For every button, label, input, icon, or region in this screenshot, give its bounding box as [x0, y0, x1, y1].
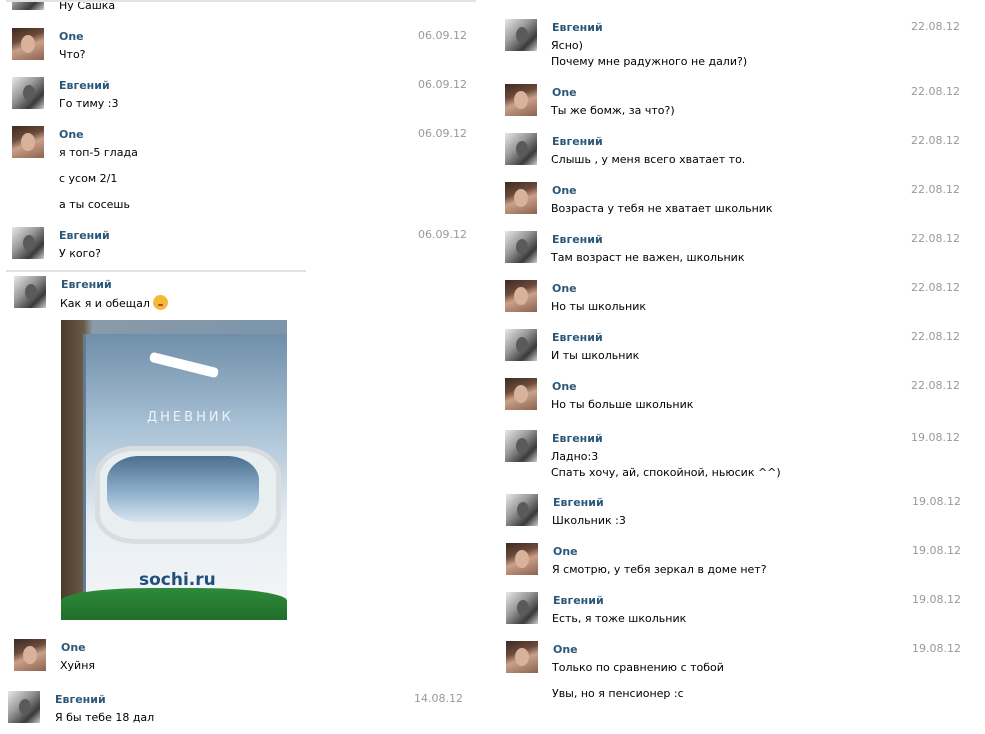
divider — [6, 0, 476, 2]
message-text: Как я и обещал — [60, 295, 168, 310]
message-date: 06.09.12 — [418, 78, 467, 91]
sender-name[interactable]: One — [59, 128, 84, 141]
avatar[interactable] — [12, 28, 44, 60]
green-fabric — [61, 588, 287, 620]
message-text: Го тиму :3 — [59, 97, 119, 110]
message-text: Но ты школьник — [551, 300, 647, 313]
sender-name[interactable]: One — [553, 545, 578, 558]
avatar[interactable] — [506, 641, 538, 673]
avatar[interactable] — [505, 84, 537, 116]
avatar[interactable] — [505, 280, 537, 312]
message-text: Увы, но я пенсионер :с — [552, 687, 684, 700]
sender-name[interactable]: Евгений — [552, 432, 603, 445]
avatar[interactable] — [506, 592, 538, 624]
avatar[interactable] — [14, 639, 46, 671]
message-text: И ты школьник — [551, 349, 640, 362]
avatar[interactable] — [505, 182, 537, 214]
message-text: с усом 2/1 — [59, 172, 118, 185]
sender-name[interactable]: One — [553, 643, 578, 656]
avatar[interactable] — [8, 691, 40, 723]
sender-name[interactable]: Евгений — [552, 21, 603, 34]
sender-name[interactable]: Евгений — [553, 594, 604, 607]
message-text: Ты же бомж, за что?) — [551, 104, 675, 117]
sender-name[interactable]: Евгений — [552, 331, 603, 344]
message-date: 19.08.12 — [912, 495, 961, 508]
avatar[interactable] — [12, 77, 44, 109]
sender-name[interactable]: Евгений — [59, 229, 110, 242]
avatar[interactable] — [505, 133, 537, 165]
message-text: Там возраст не важен, школьник — [551, 251, 745, 264]
message-date: 22.08.12 — [911, 134, 960, 147]
kissing-face-icon — [152, 295, 168, 310]
avatar[interactable] — [12, 227, 44, 259]
message-date: 19.08.12 — [912, 544, 961, 557]
message-text: Слышь , у меня всего хватает то. — [551, 153, 746, 166]
message-text: Есть, я тоже школьник — [552, 612, 687, 625]
avatar[interactable] — [505, 329, 537, 361]
message-date: 06.09.12 — [418, 29, 467, 42]
message-text: а ты сосешь — [59, 198, 130, 211]
message-date: 22.08.12 — [911, 20, 960, 33]
sender-name[interactable]: One — [59, 30, 84, 43]
message-date: 22.08.12 — [911, 330, 960, 343]
message-date: 22.08.12 — [911, 232, 960, 245]
message-date: 14.08.12 — [414, 692, 463, 705]
message-date: 22.08.12 — [911, 379, 960, 392]
message-date: 06.09.12 — [418, 228, 467, 241]
avatar[interactable] — [505, 378, 537, 410]
sender-name[interactable]: One — [552, 86, 577, 99]
message-text: Спать хочу, ай, спокойной, ньюсик ^^) — [551, 466, 781, 479]
sender-name[interactable]: Евгений — [55, 693, 106, 706]
message-date: 19.08.12 — [912, 593, 961, 606]
message-text: Почему мне радужного не дали?) — [551, 55, 748, 68]
message-text: Хуйня — [60, 659, 96, 672]
message-text: Я бы тебе 18 дал — [55, 711, 155, 724]
sender-name[interactable]: One — [61, 641, 86, 654]
message-text: Что? — [59, 48, 86, 61]
message-date: 22.08.12 — [911, 85, 960, 98]
message-text: Но ты больше школьник — [551, 398, 694, 411]
avatar[interactable] — [505, 231, 537, 263]
sender-name[interactable]: Евгений — [552, 135, 603, 148]
sender-name[interactable]: Евгений — [552, 233, 603, 246]
goggles-lens — [107, 456, 259, 522]
message-text: Возраста у тебя не хватает школьник — [551, 202, 773, 215]
avatar[interactable] — [505, 430, 537, 462]
message-text: я топ-5 глада — [59, 146, 138, 159]
message-text: Школьник :3 — [552, 514, 626, 527]
message-text-content: Как я и обещал — [60, 297, 150, 310]
message-date: 19.08.12 — [911, 431, 960, 444]
divider — [6, 270, 306, 272]
avatar[interactable] — [14, 276, 46, 308]
message-text: У кого? — [59, 247, 101, 260]
sender-name[interactable]: Евгений — [61, 278, 112, 291]
avatar[interactable] — [505, 19, 537, 51]
sender-name[interactable]: One — [552, 184, 577, 197]
avatar[interactable] — [506, 494, 538, 526]
message-text: Ладно:3 — [551, 450, 599, 463]
avatar[interactable] — [12, 126, 44, 158]
message-date: 19.08.12 — [912, 642, 961, 655]
message-date: 22.08.12 — [911, 183, 960, 196]
message-text: Ясно) — [551, 39, 583, 52]
cover-title: ДНЕВНИК — [147, 410, 234, 425]
sender-name[interactable]: Евгений — [553, 496, 604, 509]
message-date: 22.08.12 — [911, 281, 960, 294]
sender-name[interactable]: One — [552, 282, 577, 295]
photo-attachment[interactable]: ДНЕВНИК sochi.ru — [61, 320, 287, 620]
message-text: Только по сравнению с тобой — [552, 661, 724, 674]
brand-logo: sochi.ru — [139, 570, 216, 590]
avatar[interactable] — [506, 543, 538, 575]
message-text: Я смотрю, у тебя зеркал в доме нет? — [552, 563, 767, 576]
sender-name[interactable]: One — [552, 380, 577, 393]
sender-name[interactable]: Евгений — [59, 79, 110, 92]
message-date: 06.09.12 — [418, 127, 467, 140]
